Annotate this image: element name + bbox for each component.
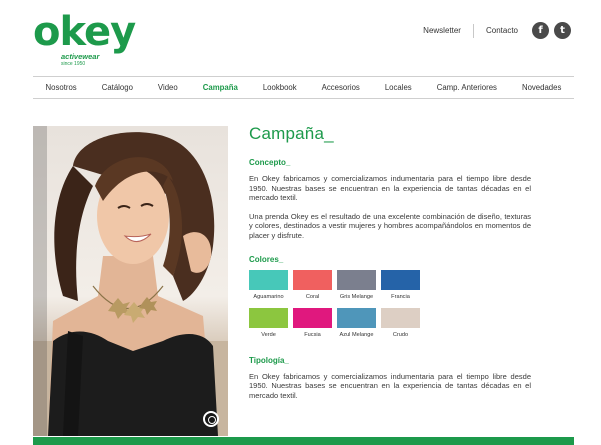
footer-bar: [33, 437, 574, 445]
concepto-paragraph-2: Una prenda Okey es el resultado de una e…: [249, 211, 531, 240]
campaign-content: Campaña_ Concepto_ En Okey fabricamos y …: [249, 124, 531, 400]
logo-wordmark: okey: [33, 9, 136, 55]
tipologia-paragraph: En Okey fabricamos y comercializamos ind…: [249, 371, 531, 400]
swatch-color-box[interactable]: [293, 307, 332, 328]
swatch-color-box[interactable]: [293, 269, 332, 290]
swatch-label: Francia: [391, 293, 410, 300]
nav-item-locales[interactable]: Locales: [385, 83, 412, 92]
concepto-heading: Concepto_: [249, 158, 291, 167]
swatch-label: Fucsia: [304, 331, 321, 338]
model-illustration: [33, 132, 228, 436]
swatch-color-box[interactable]: [249, 307, 288, 328]
color-swatch[interactable]: Aguamarino: [249, 269, 288, 300]
swatch-label: Aguamarino: [253, 293, 284, 300]
nav-item-video[interactable]: Video: [158, 83, 178, 92]
swatch-label: Verde: [261, 331, 276, 338]
swatch-label: Azul Melange: [339, 331, 374, 338]
contacto-link[interactable]: Contacto: [486, 26, 518, 35]
swatch-color-box[interactable]: [249, 269, 288, 290]
color-swatch[interactable]: Verde: [249, 307, 288, 338]
facebook-icon[interactable]: f: [532, 22, 549, 39]
logo-since: since 1950: [61, 61, 86, 67]
nav-item-lookbook[interactable]: Lookbook: [263, 83, 297, 92]
nav-item-catalogo[interactable]: Catálogo: [102, 83, 133, 92]
swatch-color-box[interactable]: [337, 307, 376, 328]
nav-item-campana[interactable]: Campaña: [203, 83, 238, 92]
newsletter-link[interactable]: Newsletter: [423, 26, 461, 35]
color-swatch[interactable]: Coral: [293, 269, 332, 300]
tipologia-heading: Tipología_: [249, 355, 289, 365]
nav-item-accesorios[interactable]: Accesorios: [322, 83, 360, 92]
swatch-label: Coral: [305, 293, 320, 300]
swatch-color-box[interactable]: [381, 307, 420, 328]
color-swatch[interactable]: Crudo: [381, 307, 420, 338]
color-swatch[interactable]: Azul Melange: [337, 307, 376, 338]
color-swatch[interactable]: Francia: [381, 269, 420, 300]
color-swatch[interactable]: Gris Melange: [337, 269, 376, 300]
swatch-label: Gris Melange: [339, 293, 374, 300]
concepto-paragraph-1: En Okey fabricamos y comercializamos ind…: [249, 174, 531, 203]
color-swatch[interactable]: Fucsia: [293, 307, 332, 338]
campaign-photo: [33, 126, 228, 436]
brand-logo[interactable]: okey activewear since 1950: [33, 10, 136, 70]
twitter-icon[interactable]: t: [554, 22, 571, 39]
swatch-color-box[interactable]: [337, 269, 376, 290]
nav-item-novedades[interactable]: Novedades: [522, 83, 561, 92]
logo-tagline: activewear: [61, 52, 100, 61]
slideshow-control-icon[interactable]: [203, 411, 219, 427]
swatch-label: Crudo: [392, 331, 409, 338]
divider: [472, 23, 474, 38]
swatch-color-box[interactable]: [381, 269, 420, 290]
color-swatches: Aguamarino Coral Gris Melange Francia Verde F…: [249, 269, 531, 338]
colores-heading: Colores_: [249, 254, 284, 264]
photo-overlay-strip: [33, 126, 47, 436]
top-links: Newsletter Contacto f t: [423, 22, 571, 39]
main-nav: Nosotros Catálogo Video Campaña Lookbook…: [33, 76, 574, 99]
nav-item-nosotros[interactable]: Nosotros: [46, 83, 77, 92]
nav-item-camp-anteriores[interactable]: Camp. Anteriores: [437, 83, 497, 92]
page-title: Campaña_: [249, 124, 334, 143]
